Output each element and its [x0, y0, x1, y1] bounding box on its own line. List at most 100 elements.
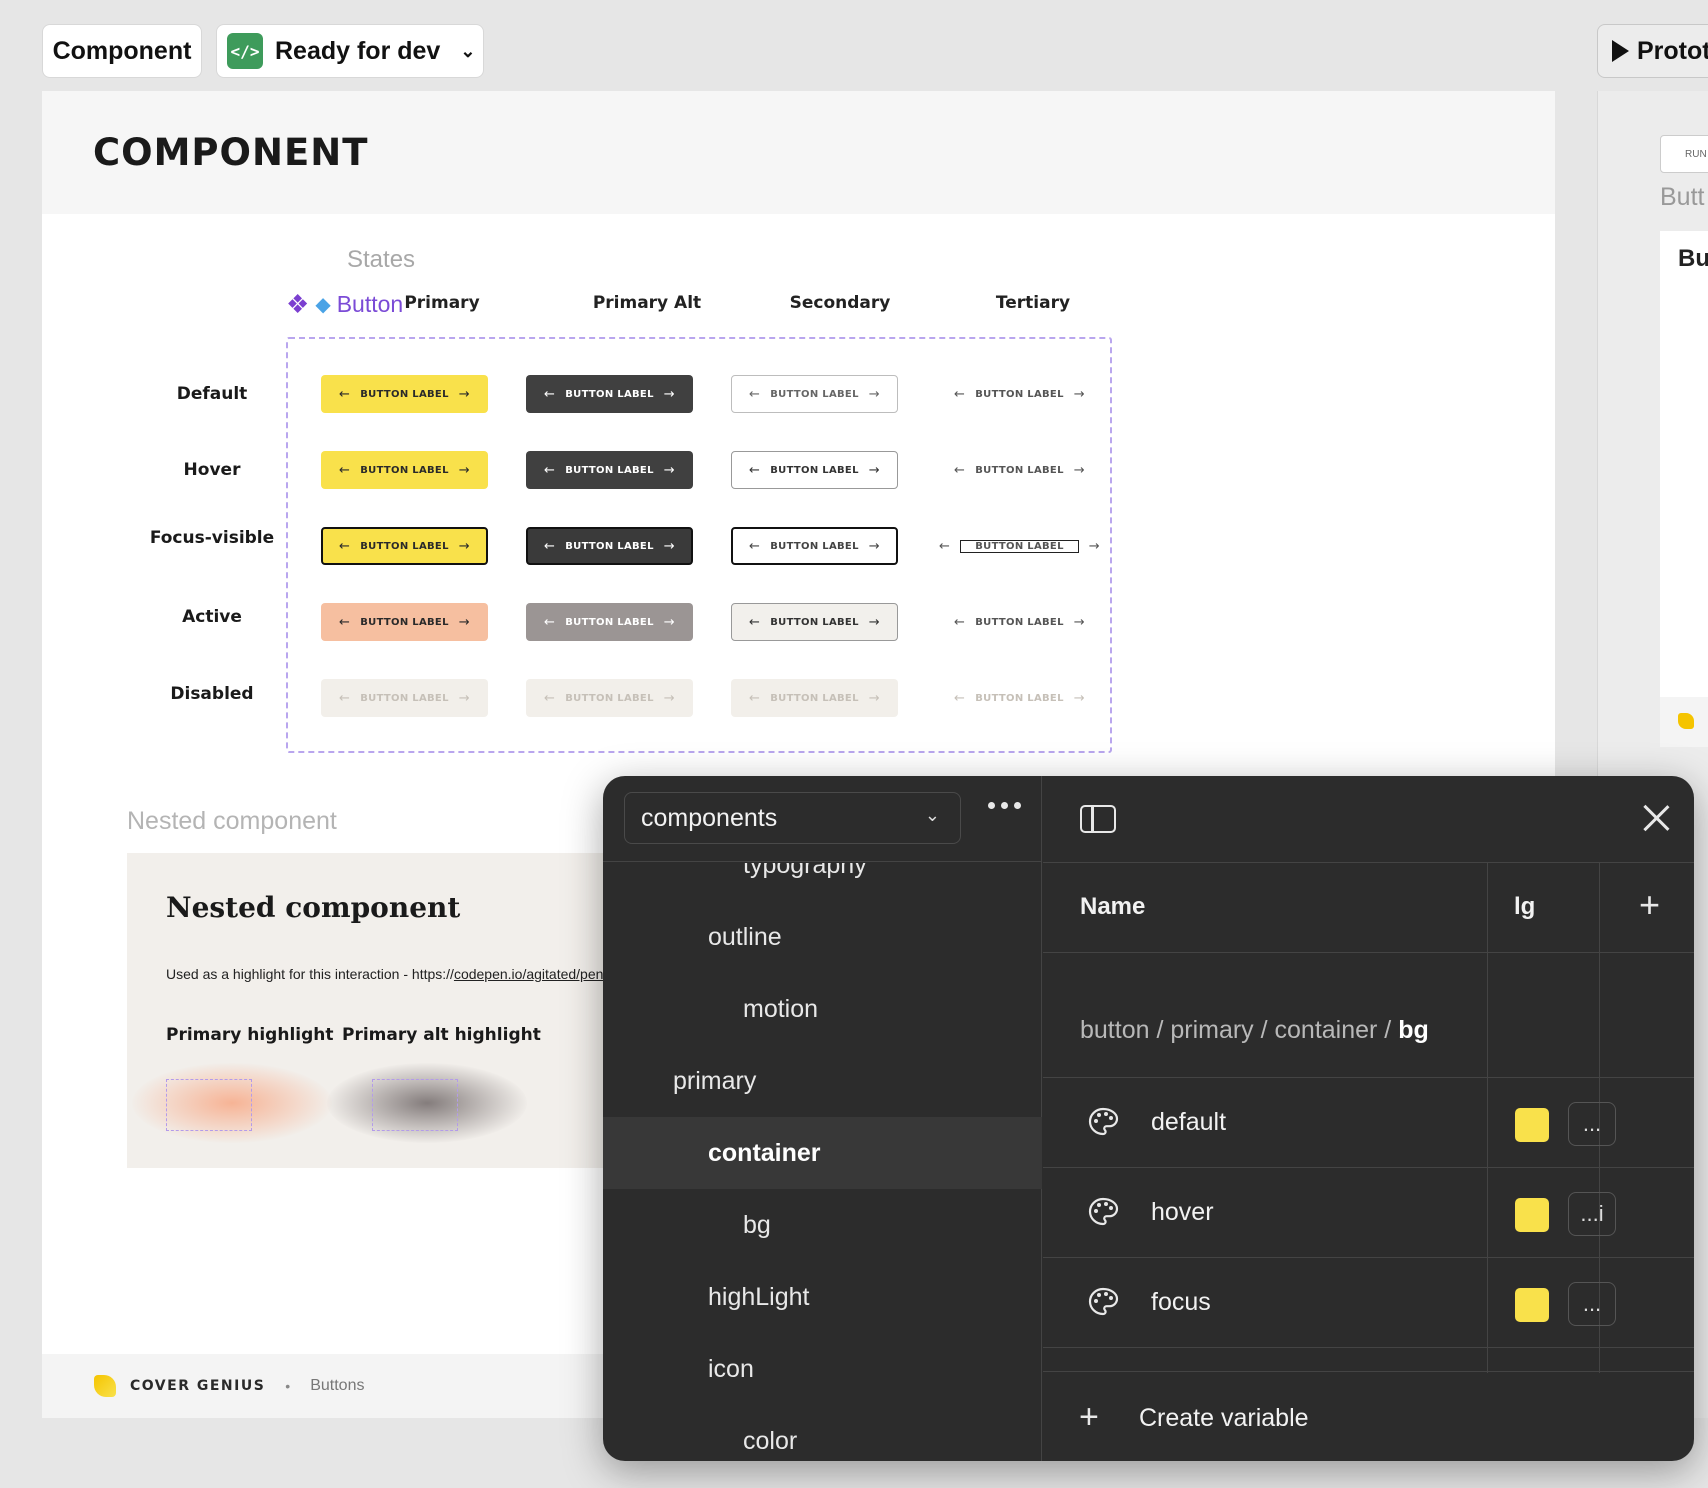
states-label: States [347, 246, 416, 273]
button-secondary-hover[interactable]: ← BUTTON LABEL → [731, 451, 898, 489]
button-label: BUTTON LABEL [770, 388, 859, 400]
variable-row-focus[interactable]: focus... [1043, 1258, 1694, 1348]
tree-item-label: bg [743, 1210, 771, 1239]
plus-icon: + [1079, 1398, 1099, 1436]
tree-item-typography[interactable]: typography [603, 863, 1042, 901]
button-label: BUTTON LABEL [770, 540, 859, 552]
primary-alt-highlight-instance[interactable] [372, 1079, 458, 1131]
button-secondary-active[interactable]: ← BUTTON LABEL → [731, 603, 898, 641]
prototype-label: Protot [1637, 36, 1708, 65]
tree-item-color[interactable]: color [603, 1405, 1042, 1461]
frame-header: COMPONENT [42, 91, 1555, 214]
button-primary-active[interactable]: ← BUTTON LABEL → [321, 603, 488, 641]
button-label: BUTTON LABEL [975, 464, 1064, 476]
button-primary-alt-disabled[interactable]: ← BUTTON LABEL → [526, 679, 693, 717]
codepen-link[interactable]: codepen.io/agitated/pen [454, 966, 603, 982]
arrow-left-icon: ← [544, 538, 556, 554]
arrow-right-icon: → [458, 538, 470, 554]
tree-item-label: motion [743, 994, 819, 1023]
button-primary-focus[interactable]: ← BUTTON LABEL → [321, 527, 488, 565]
footer-separator: • [285, 1378, 291, 1394]
button-label: BUTTON LABEL [565, 692, 654, 704]
arrow-right-icon: → [458, 690, 470, 706]
button-secondary-focus[interactable]: ← BUTTON LABEL → [731, 527, 898, 565]
more-options-icon[interactable] [988, 802, 1021, 809]
arrow-left-icon: ← [749, 462, 761, 478]
tree-item-bg[interactable]: bg [603, 1189, 1042, 1261]
button-primary-hover[interactable]: ← BUTTON LABEL → [321, 451, 488, 489]
variable-row-default[interactable]: default... [1043, 1078, 1694, 1168]
ready-for-dev-dropdown[interactable]: </> Ready for dev ⌄ [216, 24, 484, 78]
variable-value[interactable]: ... [1568, 1102, 1616, 1146]
tree-item-icon[interactable]: icon [603, 1333, 1042, 1405]
color-swatch[interactable] [1515, 1198, 1549, 1232]
arrow-right-icon: → [663, 614, 675, 630]
component-tag[interactable]: ❖ ◆ Button [286, 289, 403, 320]
row-header-focus-visible: Focus-visible [149, 528, 275, 548]
color-variable-icon [1088, 1107, 1119, 1136]
tree-item-highlight[interactable]: highLight [603, 1261, 1042, 1333]
nested-card-title: Nested component [166, 891, 461, 924]
variable-value[interactable]: ...i [1568, 1192, 1616, 1236]
arrow-left-icon: ← [339, 690, 351, 706]
name-column-header: Name [1080, 893, 1146, 920]
primary-highlight-instance[interactable] [166, 1079, 252, 1131]
button-primary-alt-active[interactable]: ← BUTTON LABEL → [526, 603, 693, 641]
arrow-left-icon: ← [544, 690, 556, 706]
arrow-right-icon: → [1073, 690, 1085, 706]
button-primary-default[interactable]: ← BUTTON LABEL → [321, 375, 488, 413]
button-tertiary-disabled[interactable]: ← BUTTON LABEL → [936, 679, 1103, 717]
adjacent-card-footer [1660, 697, 1708, 747]
toggle-sidebar-icon[interactable] [1080, 805, 1116, 833]
tree-item-label: outline [708, 922, 782, 951]
table-header: Name lg + [1043, 863, 1694, 953]
variables-panel: components ⌄ typography outline motion prim… [603, 776, 1694, 1461]
mode-column-header[interactable]: lg [1514, 893, 1535, 921]
tree-item-primary[interactable]: primary [603, 1045, 1042, 1117]
arrow-right-icon: → [663, 462, 675, 478]
row-header-disabled: Disabled [170, 684, 254, 704]
cover-genius-logo-icon [1678, 713, 1694, 729]
tree-item-outline[interactable]: outline [603, 901, 1042, 973]
button-secondary-default[interactable]: ← BUTTON LABEL → [731, 375, 898, 413]
nested-component-label: Nested component [127, 807, 337, 835]
adjacent-run-chip[interactable]: RUN [1660, 135, 1708, 173]
create-variable-button[interactable]: + Create variable [1043, 1371, 1694, 1461]
tree-item-container[interactable]: container [603, 1117, 1042, 1189]
color-swatch[interactable] [1515, 1288, 1549, 1322]
arrow-right-icon: → [663, 690, 675, 706]
button-tertiary-active[interactable]: ← BUTTON LABEL → [936, 603, 1103, 641]
component-chip[interactable]: Component [42, 24, 202, 78]
button-tertiary-hover[interactable]: ← BUTTON LABEL → [936, 451, 1103, 489]
button-secondary-disabled[interactable]: ← BUTTON LABEL → [731, 679, 898, 717]
arrow-left-icon: ← [544, 386, 556, 402]
button-primary-alt-hover[interactable]: ← BUTTON LABEL → [526, 451, 693, 489]
button-tertiary-default[interactable]: ← BUTTON LABEL → [936, 375, 1103, 413]
close-icon[interactable] [1641, 803, 1671, 833]
adjacent-frame-label: Butt [1660, 183, 1705, 211]
variable-row-hover[interactable]: hover ...i [1043, 1168, 1694, 1258]
tree-item-motion[interactable]: motion [603, 973, 1042, 1045]
button-primary-disabled[interactable]: ← BUTTON LABEL → [321, 679, 488, 717]
adjacent-card-title: Bu [1678, 245, 1708, 272]
collection-select[interactable]: components ⌄ [624, 792, 961, 844]
button-primary-alt-focus[interactable]: ← BUTTON LABEL → [526, 527, 693, 565]
button-label: BUTTON LABEL [975, 692, 1064, 704]
variable-value[interactable]: ... [1568, 1282, 1616, 1326]
arrow-right-icon: → [1088, 538, 1100, 554]
add-mode-icon[interactable]: + [1639, 887, 1660, 923]
row-header-active: Active [182, 607, 242, 627]
prototype-button[interactable]: Protot [1597, 24, 1708, 78]
button-primary-alt-default[interactable]: ← BUTTON LABEL → [526, 375, 693, 413]
color-swatch[interactable] [1515, 1108, 1549, 1142]
primary-highlight-label: Primary highlight [166, 1025, 334, 1045]
button-label: BUTTON LABEL [565, 388, 654, 400]
button-tertiary-focus[interactable]: ← BUTTON LABEL → [936, 527, 1103, 565]
variable-name: hover [1151, 1198, 1214, 1226]
collections-sidebar: components ⌄ typography outline motion prim… [603, 776, 1042, 1461]
arrow-right-icon: → [458, 462, 470, 478]
variable-name: focus [1151, 1288, 1211, 1316]
brand-name: COVER GENIUS [130, 1378, 266, 1394]
button-label: BUTTON LABEL [360, 464, 449, 476]
arrow-left-icon: ← [339, 462, 351, 478]
